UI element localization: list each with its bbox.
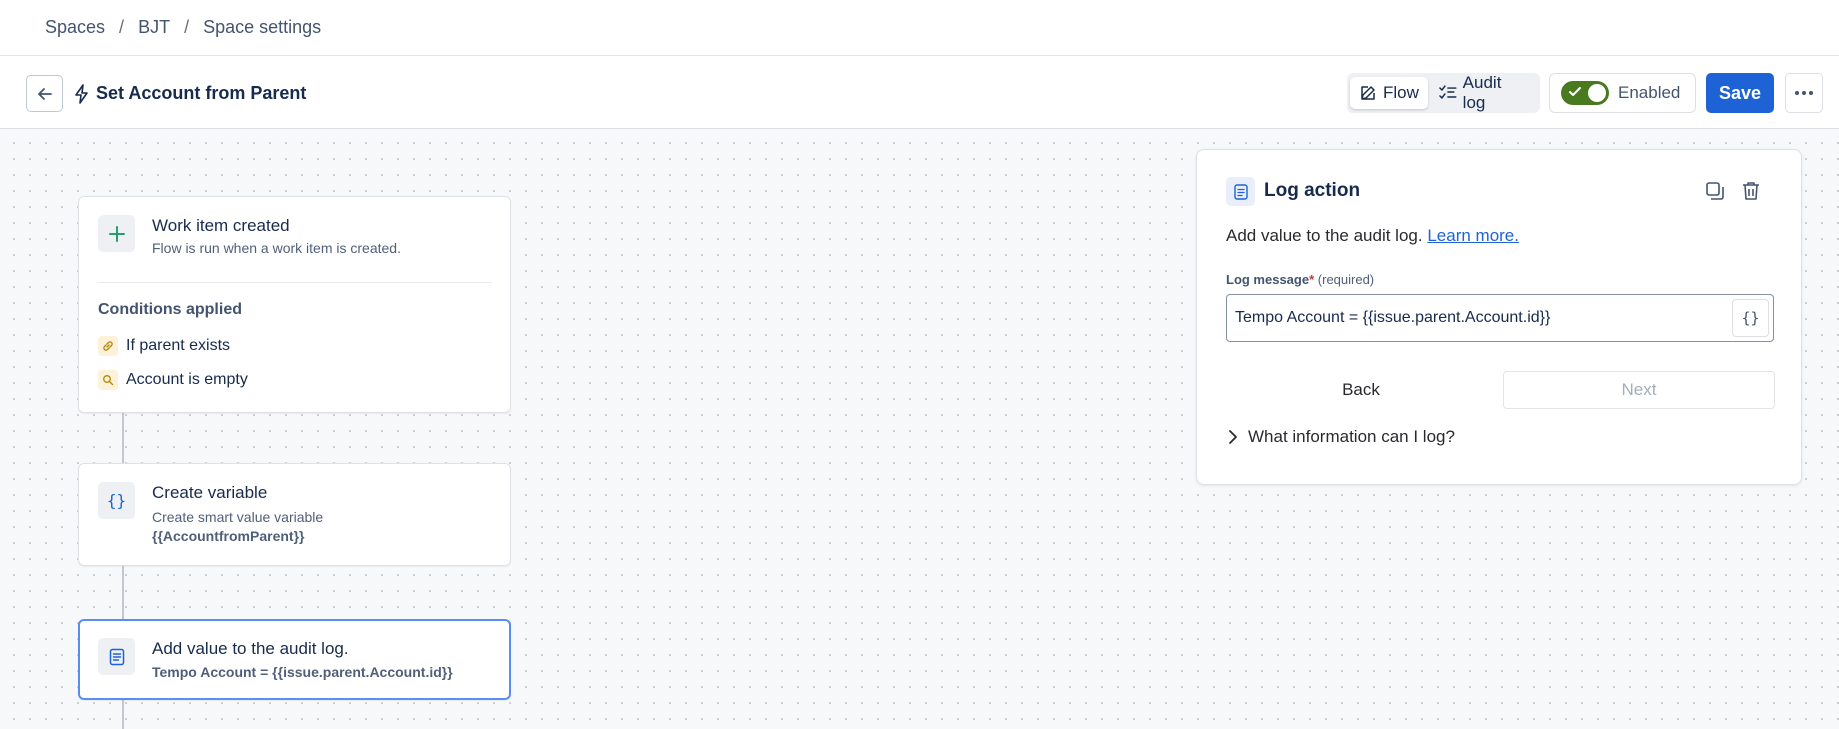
rule-header: Set Account from Parent Flow Audit log E… (0, 56, 1839, 129)
insert-smart-value-button[interactable]: {} (1732, 299, 1769, 337)
tab-audit-log-label: Audit log (1462, 73, 1502, 112)
panel-title: Log action (1264, 180, 1361, 201)
document-icon (1233, 183, 1248, 200)
braces-icon: {} (1741, 309, 1760, 327)
trigger-title: Work item created (152, 216, 290, 235)
variable-icon-box: {} (98, 482, 135, 519)
tab-flow[interactable]: Flow (1350, 77, 1428, 109)
braces-icon: {} (106, 491, 127, 510)
next-button[interactable]: Next (1503, 371, 1775, 409)
create-variable-card[interactable]: {} Create variable Create smart value va… (78, 463, 511, 566)
trash-icon (1743, 182, 1759, 200)
plus-icon (108, 225, 125, 242)
required-mark: * (1309, 272, 1315, 287)
copy-icon (1706, 182, 1724, 200)
chevron-right-icon (1229, 430, 1237, 444)
variable-value: {{AccountfromParent}} (152, 528, 305, 544)
delete-button[interactable] (1737, 177, 1765, 205)
condition-label: If parent exists (126, 337, 231, 354)
breadcrumb-space-settings[interactable]: Space settings (203, 17, 321, 38)
duplicate-button[interactable] (1701, 177, 1729, 205)
log-value: Tempo Account = {{issue.parent.Account.i… (152, 664, 453, 680)
log-action-card[interactable]: Add value to the audit log. Tempo Accoun… (78, 619, 511, 700)
flow-connector (122, 700, 124, 729)
checklist-icon (1439, 85, 1457, 99)
breadcrumb-separator: / (119, 17, 125, 37)
page-title: Set Account from Parent (96, 83, 307, 103)
info-expander[interactable]: What information can I log? (1226, 427, 1455, 447)
breadcrumb: Spaces / BJT / Space settings (0, 0, 1839, 56)
field-label-text: Log message (1226, 272, 1310, 287)
check-icon (1569, 87, 1581, 96)
flow-connector (122, 566, 124, 619)
breadcrumb-bjt[interactable]: BJT (138, 17, 170, 38)
document-icon (109, 648, 124, 665)
more-actions-button[interactable] (1785, 73, 1823, 113)
enabled-toggle-group: Enabled (1549, 73, 1696, 113)
save-button[interactable]: Save (1706, 73, 1774, 113)
variable-subtitle: Create smart value variable (152, 509, 324, 525)
tab-flow-label: Flow (1383, 83, 1419, 102)
toggle-knob (1588, 84, 1606, 102)
enabled-label: Enabled (1618, 83, 1681, 102)
condition-label: Account is empty (126, 371, 248, 388)
info-expander-label: What information can I log? (1248, 427, 1455, 446)
back-step-button[interactable]: Back (1226, 371, 1496, 409)
link-icon (98, 336, 118, 356)
variable-title: Create variable (152, 483, 268, 502)
log-icon-box (98, 638, 135, 675)
panel-icon-box (1226, 177, 1255, 206)
lightning-icon (75, 83, 88, 104)
breadcrumb-separator: / (184, 17, 190, 37)
flow-connector (122, 413, 124, 463)
divider (98, 282, 492, 283)
trigger-subtitle: Flow is run when a work item is created. (152, 240, 401, 256)
rule-title: Set Account from Parent (74, 75, 306, 112)
panel-description-text: Add value to the audit log. (1226, 226, 1423, 245)
log-message-label: Log message* (required) (1226, 272, 1374, 287)
more-icon (1795, 91, 1813, 95)
tab-audit-log[interactable]: Audit log (1430, 73, 1537, 112)
log-message-field: {} (1226, 294, 1774, 342)
back-button[interactable] (26, 75, 63, 112)
log-title: Add value to the audit log. (152, 639, 349, 658)
condition-item[interactable]: If parent exists (98, 336, 230, 356)
edit-icon (1361, 86, 1375, 100)
arrow-left-icon (37, 87, 52, 100)
trigger-icon-box (98, 215, 135, 252)
log-action-panel: Log action Add value to the audit log. L… (1196, 149, 1802, 485)
breadcrumb-spaces[interactable]: Spaces (45, 17, 105, 38)
search-icon (98, 370, 118, 390)
required-text: (required) (1317, 272, 1375, 287)
enabled-toggle[interactable] (1561, 81, 1609, 105)
condition-item[interactable]: Account is empty (98, 370, 248, 390)
log-message-input[interactable] (1227, 295, 1727, 341)
view-switcher: Flow Audit log (1347, 73, 1540, 113)
trigger-card[interactable]: Work item created Flow is run when a wor… (78, 196, 511, 413)
learn-more-link[interactable]: Learn more. (1427, 226, 1519, 245)
conditions-heading: Conditions applied (98, 301, 242, 318)
panel-description: Add value to the audit log. Learn more. (1226, 226, 1519, 246)
